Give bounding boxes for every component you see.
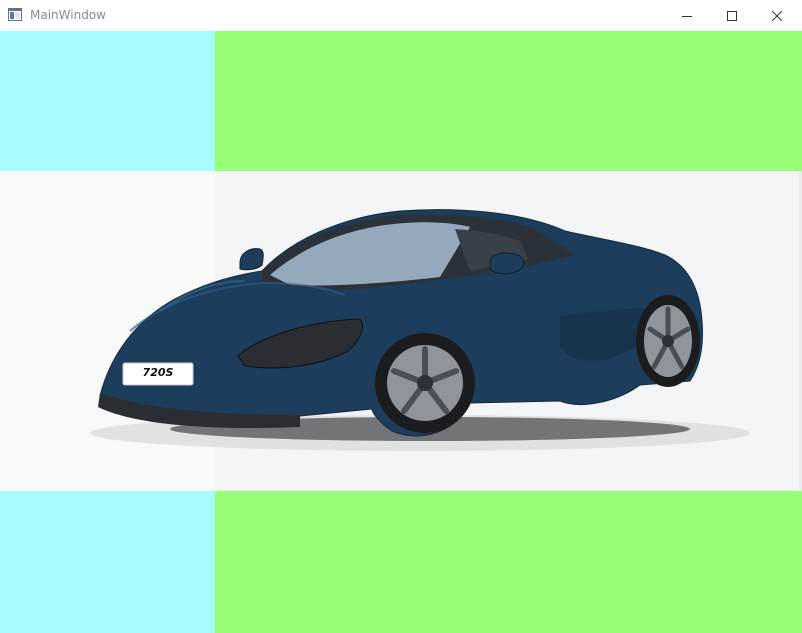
close-button[interactable]: [754, 0, 800, 31]
panel-bottom-left: [0, 491, 215, 633]
maximize-button[interactable]: [709, 0, 755, 31]
app-window-icon: [8, 8, 22, 21]
title-bar[interactable]: MainWindow: [0, 0, 802, 32]
window-title: MainWindow: [30, 8, 106, 22]
close-icon: [772, 10, 782, 21]
main-window: MainWindow 720S: [0, 0, 802, 633]
license-plate-text: 720S: [142, 366, 174, 379]
car-illustration: [90, 209, 750, 451]
panel-top-left: [0, 31, 215, 171]
car-image: 720S: [0, 171, 802, 491]
minimize-button[interactable]: [664, 0, 710, 31]
maximize-icon: [727, 10, 737, 21]
panel-top-right: [215, 31, 802, 171]
minimize-icon: [682, 15, 692, 17]
panel-bottom-right: [215, 491, 802, 633]
